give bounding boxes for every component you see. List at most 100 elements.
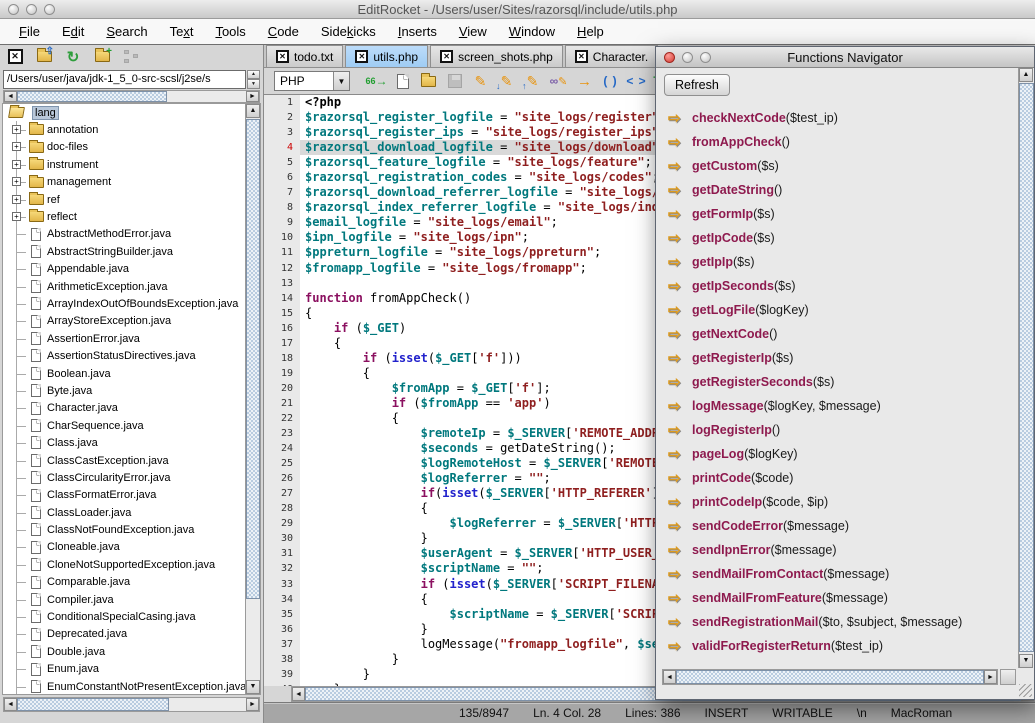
functions-navigator-titlebar[interactable]: Functions Navigator <box>656 47 1034 68</box>
new-document-icon[interactable] <box>391 71 414 91</box>
expand-icon[interactable]: + <box>12 125 21 134</box>
tree-item-ClassCastException.java[interactable]: ClassCastException.java <box>3 452 245 469</box>
scroll-down-icon[interactable]: ▼ <box>246 680 260 694</box>
add-folder-icon[interactable]: + <box>92 48 112 66</box>
tree-item-ConditionalSpecialCasing.java[interactable]: ConditionalSpecialCasing.java <box>3 608 245 625</box>
function-item[interactable]: ⇨printCodeIp ($code, $ip) <box>656 490 1016 514</box>
menu-inserts[interactable]: Inserts <box>387 21 448 42</box>
scrollbar-thumb[interactable] <box>1019 83 1034 652</box>
function-item[interactable]: ⇨sendMailFromContact ($message) <box>656 562 1016 586</box>
scroll-right-icon[interactable]: ► <box>246 91 259 102</box>
tree-vertical-scrollbar[interactable]: ▲ ▼ <box>245 104 260 694</box>
function-item[interactable]: ⇨getRegisterIp($s) <box>656 346 1016 370</box>
function-item[interactable]: ⇨getFormIp($s) <box>656 202 1016 226</box>
directory-path-field[interactable]: /Users/user/java/jdk-1_5_0-src-scsl/j2se… <box>3 70 246 89</box>
tree-item-Compiler.java[interactable]: Compiler.java <box>3 591 245 608</box>
expand-icon[interactable]: + <box>12 142 21 151</box>
tree-item-Comparable.java[interactable]: Comparable.java <box>3 574 245 591</box>
function-item[interactable]: ⇨printCode ($code) <box>656 466 1016 490</box>
scroll-left-icon[interactable]: ◄ <box>292 687 305 701</box>
functions-vertical-scrollbar[interactable]: ▲ ▼ <box>1018 68 1034 668</box>
close-tab-icon[interactable]: ✕ <box>355 50 368 63</box>
tree-item-lang[interactable]: lang <box>3 104 245 121</box>
spinner-up-icon[interactable]: ▲ <box>247 70 260 80</box>
tab-character-[interactable]: ✕Character. <box>565 45 658 67</box>
function-item[interactable]: ⇨sendRegistrationMail ($to, $subject, $m… <box>656 610 1016 634</box>
menu-view[interactable]: View <box>448 21 498 42</box>
open-document-icon[interactable] <box>417 71 440 91</box>
scroll-right-icon[interactable]: ► <box>246 698 259 711</box>
tree-horizontal-scrollbar[interactable]: ◄ ► <box>3 697 260 712</box>
path-scrollbar[interactable]: ◄ ► <box>3 90 260 103</box>
tab-utils-php[interactable]: ✕utils.php <box>345 45 428 67</box>
menu-edit[interactable]: Edit <box>51 21 95 42</box>
goto-line-icon[interactable]: 66→ <box>365 71 388 91</box>
refresh-button[interactable]: Refresh <box>664 74 730 96</box>
parent-folder-icon[interactable]: ⇧ <box>34 48 54 66</box>
find-next-icon[interactable]: ✎↓ <box>495 71 518 91</box>
tree-item-ArrayStoreException.java[interactable]: ArrayStoreException.java <box>3 313 245 330</box>
resize-grip-icon[interactable] <box>1019 684 1032 697</box>
tree-item-ref[interactable]: +ref <box>3 191 245 208</box>
scrollbar-thumb[interactable] <box>17 91 167 102</box>
function-item[interactable]: ⇨sendCodeError ($message) <box>656 514 1016 538</box>
tree-item-Boolean.java[interactable]: Boolean.java <box>3 365 245 382</box>
tree-item-ArithmeticException.java[interactable]: ArithmeticException.java <box>3 278 245 295</box>
functions-horizontal-scrollbar[interactable]: ◄ ► <box>662 669 998 685</box>
find-previous-icon[interactable]: ✎↑ <box>521 71 544 91</box>
close-tab-icon[interactable]: ✕ <box>276 50 289 63</box>
tree-item-management[interactable]: +management <box>3 174 245 191</box>
function-item[interactable]: ⇨getIpSeconds($s) <box>656 274 1016 298</box>
tree-item-reflect[interactable]: +reflect <box>3 208 245 225</box>
function-item[interactable]: ⇨getLogFile($logKey) <box>656 298 1016 322</box>
scrollbar-thumb[interactable] <box>676 670 984 684</box>
tree-item-CloneNotSupportedException.java[interactable]: CloneNotSupportedException.java <box>3 556 245 573</box>
tree-item-AbstractMethodError.java[interactable]: AbstractMethodError.java <box>3 226 245 243</box>
scrollbar-thumb[interactable] <box>246 119 260 599</box>
expand-icon[interactable]: + <box>12 212 21 221</box>
tree-item-Cloneable.java[interactable]: Cloneable.java <box>3 539 245 556</box>
tree-item-Appendable.java[interactable]: Appendable.java <box>3 261 245 278</box>
match-paren-icon[interactable]: ( ) <box>599 71 622 91</box>
tab-screen_shots-php[interactable]: ✕screen_shots.php <box>430 45 563 67</box>
scroll-up-icon[interactable]: ▲ <box>246 104 260 118</box>
menu-file[interactable]: File <box>8 21 51 42</box>
tree-item-EnumConstantNotPresentException.java[interactable]: EnumConstantNotPresentException.java <box>3 678 245 694</box>
tree-item-doc-files[interactable]: +doc-files <box>3 139 245 156</box>
goto-function-icon[interactable]: → <box>573 71 596 91</box>
close-tab-icon[interactable]: ✕ <box>440 50 453 63</box>
tree-item-Byte.java[interactable]: Byte.java <box>3 382 245 399</box>
tree-item-CharSequence.java[interactable]: CharSequence.java <box>3 417 245 434</box>
scroll-left-icon[interactable]: ◄ <box>4 698 17 711</box>
scroll-down-icon[interactable]: ▼ <box>1019 654 1033 668</box>
tree-item-ClassNotFoundException.java[interactable]: ClassNotFoundException.java <box>3 521 245 538</box>
tree-item-ArrayIndexOutOfBoundsException.java[interactable]: ArrayIndexOutOfBoundsException.java <box>3 295 245 312</box>
tree-item-annotation[interactable]: +annotation <box>3 121 245 138</box>
function-item[interactable]: ⇨getNextCode() <box>656 322 1016 346</box>
expand-icon[interactable]: + <box>12 177 21 186</box>
refresh-icon[interactable]: ↻ <box>63 48 83 66</box>
scrollbar-thumb[interactable] <box>17 698 169 711</box>
function-item[interactable]: ⇨checkNextCode ($test_ip) <box>656 106 1016 130</box>
scroll-up-icon[interactable]: ▲ <box>1019 68 1033 82</box>
find-icon[interactable]: ✎ <box>469 71 492 91</box>
tree-item-Enum.java[interactable]: Enum.java <box>3 661 245 678</box>
menu-search[interactable]: Search <box>95 21 158 42</box>
tree-item-Character.java[interactable]: Character.java <box>3 400 245 417</box>
function-item[interactable]: ⇨getIpCode($s) <box>656 226 1016 250</box>
tree-item-AssertionStatusDirectives.java[interactable]: AssertionStatusDirectives.java <box>3 347 245 364</box>
match-tag-icon[interactable]: < > <box>625 71 648 91</box>
spinner-down-icon[interactable]: ▼ <box>247 79 260 89</box>
function-item[interactable]: ⇨sendMailFromFeature ($message) <box>656 586 1016 610</box>
tree-item-instrument[interactable]: +instrument <box>3 156 245 173</box>
find-replace-icon[interactable]: ∞✎ <box>547 71 570 91</box>
scroll-right-icon[interactable]: ► <box>984 670 997 684</box>
window-titlebar[interactable]: EditRocket - /Users/user/Sites/razorsql/… <box>0 0 1035 19</box>
function-item[interactable]: ⇨logMessage ($logKey, $message) <box>656 394 1016 418</box>
tree-item-Double.java[interactable]: Double.java <box>3 643 245 660</box>
close-tab-icon[interactable]: ✕ <box>575 50 588 63</box>
menu-text[interactable]: Text <box>159 21 205 42</box>
tree-item-ClassCircularityError.java[interactable]: ClassCircularityError.java <box>3 469 245 486</box>
menu-sidekicks[interactable]: Sidekicks <box>310 21 387 42</box>
close-browser-icon[interactable]: ✕ <box>5 48 25 66</box>
